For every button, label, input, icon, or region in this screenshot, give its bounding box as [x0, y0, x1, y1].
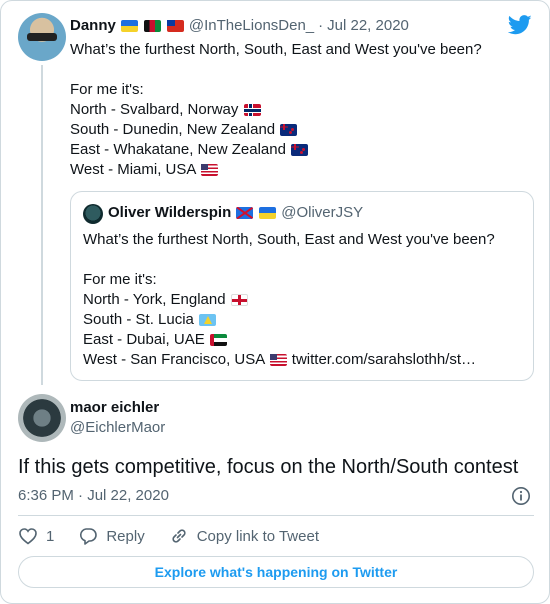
header-separator: · [318, 17, 324, 34]
parent-tweet-header: Danny @InTheLionsDen_ · Jul 22, 2020 [70, 17, 409, 34]
ukraine-flag-icon [259, 206, 277, 219]
reply-tweet-text: If this gets competitive, focus on the N… [18, 456, 519, 478]
parent-author-avatar[interactable] [18, 13, 66, 61]
parent-tweet-date[interactable]: Jul 22, 2020 [327, 17, 409, 34]
quoted-text-line: North - York, England [83, 291, 226, 308]
quoted-tweet-card[interactable]: Oliver Wilderspin @OliverJSY What’s the … [70, 191, 534, 381]
like-count: 1 [46, 527, 55, 545]
thread-connector-line [41, 65, 43, 385]
reply-button[interactable]: Reply [78, 526, 145, 546]
quoted-text-line: For me it's: [83, 271, 157, 288]
quoted-author-handle: @OliverJSY [281, 204, 364, 221]
explore-twitter-button[interactable]: Explore what's happening on Twitter [18, 556, 534, 588]
link-icon [172, 529, 186, 543]
parent-text-line: For me it's: [70, 81, 144, 98]
new-zealand-flag-icon [280, 124, 298, 137]
england-flag-icon [230, 294, 248, 307]
new-zealand-flag-icon [291, 144, 309, 157]
scotland-saltire-flag-icon [236, 206, 254, 219]
parent-text-line: North - Svalbard, Norway [70, 101, 239, 118]
ukraine-flag-icon [120, 19, 138, 32]
saint-lucia-flag-icon [199, 314, 217, 327]
divider [18, 515, 534, 516]
reply-author-name[interactable]: maor eichler [70, 399, 159, 416]
parent-text-line: South - Dunedin, New Zealand [70, 121, 276, 138]
parent-author-name[interactable]: Danny [70, 17, 116, 34]
parent-tweet-text: What’s the furthest North, South, East a… [70, 40, 530, 180]
quoted-tweet-text: What’s the furthest North, South, East a… [83, 230, 523, 370]
info-icon[interactable] [511, 486, 531, 506]
quoted-text-line: West - San Francisco, USA [83, 351, 265, 368]
norway-flag-icon [243, 104, 261, 117]
parent-text-line: West - Miami, USA [70, 161, 196, 178]
twitter-bird-icon[interactable] [508, 15, 532, 35]
reply-bubble-icon [80, 528, 98, 545]
copy-link-button[interactable]: Copy link to Tweet [169, 526, 319, 546]
quoted-tweet-link[interactable]: twitter.com/sarahslothh/st… [292, 351, 476, 368]
reply-label: Reply [106, 527, 145, 545]
reply-author-handle[interactable]: @EichlerMaor [70, 419, 165, 436]
reply-author-avatar[interactable] [18, 394, 66, 442]
parent-text-line: East - Whakatane, New Zealand [70, 141, 286, 158]
tweet-actions: 1 Reply Copy link to Tweet [18, 525, 343, 547]
quoted-tweet-header: Oliver Wilderspin @OliverJSY [108, 204, 363, 221]
reply-timestamp[interactable]: 6:36 PM · Jul 22, 2020 [18, 487, 169, 504]
heart-icon [19, 528, 37, 545]
afghanistan-flag-icon [143, 19, 161, 32]
quoted-author-name: Oliver Wilderspin [108, 204, 232, 221]
like-button[interactable]: 1 [18, 526, 54, 546]
copy-link-label: Copy link to Tweet [196, 527, 319, 545]
taiwan-flag-icon [166, 19, 184, 32]
tweet-embed-card: Danny @InTheLionsDen_ · Jul 22, 2020 Wha… [0, 0, 550, 604]
usa-flag-icon [200, 164, 218, 177]
parent-text-line: What’s the furthest North, South, East a… [70, 41, 482, 58]
quoted-author-avatar [83, 204, 103, 224]
quoted-text-line: What’s the furthest North, South, East a… [83, 231, 495, 248]
quoted-text-line [83, 250, 523, 270]
usa-flag-icon [269, 354, 287, 367]
parent-text-line [70, 60, 530, 80]
parent-author-handle[interactable]: @InTheLionsDen_ [189, 17, 314, 34]
uae-flag-icon [209, 334, 227, 347]
quoted-text-line: South - St. Lucia [83, 311, 194, 328]
quoted-text-line: East - Dubai, UAE [83, 331, 205, 348]
